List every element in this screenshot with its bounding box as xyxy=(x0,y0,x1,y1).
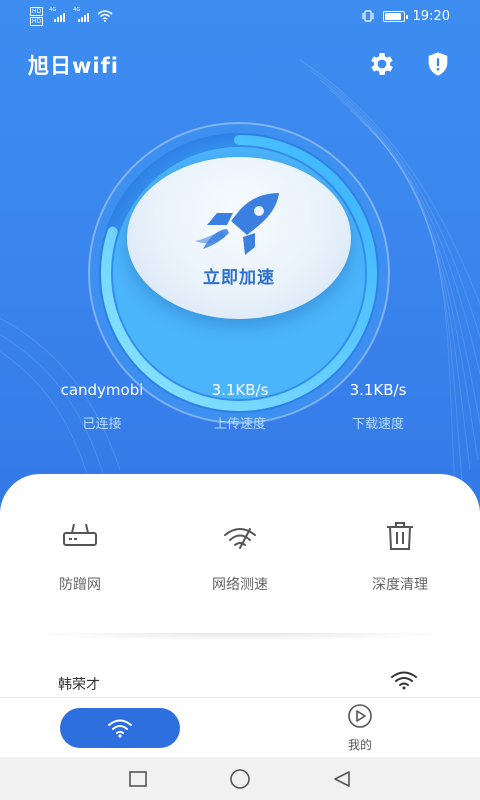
battery-fill xyxy=(384,12,401,20)
wifi-list-item[interactable]: 韩荣才 xyxy=(0,664,480,698)
shield-alert-icon xyxy=(428,52,448,76)
status-right: 19:20 xyxy=(361,6,450,26)
divider xyxy=(30,633,450,641)
stat-download: 3.1KB/s 下载速度 xyxy=(298,378,458,432)
bottom-tab-bar: 我的 xyxy=(0,697,480,757)
tool-label: 防蹭网 xyxy=(59,577,101,593)
stat-connected: candymobi 已连接 xyxy=(22,378,182,432)
circle-icon xyxy=(230,769,250,789)
hd-badge: HD xyxy=(30,6,44,16)
tool-speed-test[interactable]: 网络测速 xyxy=(160,518,320,594)
status-bar: HD HD 4G 4G 19:20 xyxy=(0,0,480,32)
download-speed: 3.1KB/s xyxy=(349,381,407,399)
wifi-icon xyxy=(97,10,113,22)
ssid-value: candymobi xyxy=(60,381,144,399)
app-title: 旭日wifi xyxy=(28,54,119,78)
vibrate-icon xyxy=(361,10,374,22)
tab-mine[interactable]: 我的 xyxy=(330,704,390,753)
speedometer-icon xyxy=(160,518,320,554)
battery-icon xyxy=(382,10,408,22)
settings-button[interactable] xyxy=(366,48,398,80)
hd-badges: HD HD xyxy=(30,6,44,26)
tab-mine-label: 我的 xyxy=(347,738,372,752)
rocket-icon xyxy=(195,192,279,255)
home-button[interactable] xyxy=(229,768,251,790)
clock: 19:20 xyxy=(412,8,450,24)
security-button[interactable] xyxy=(422,48,454,80)
boost-button[interactable]: 立即加速 xyxy=(127,157,351,319)
trash-icon xyxy=(320,518,480,554)
signal-icon: 4G xyxy=(73,7,91,22)
gear-icon xyxy=(371,53,393,75)
square-icon xyxy=(129,771,147,787)
boost-label: 立即加速 xyxy=(203,267,275,288)
triangle-back-icon xyxy=(334,771,350,787)
system-nav-bar xyxy=(0,757,480,800)
upload-speed: 3.1KB/s xyxy=(211,381,269,399)
net-type: 4G xyxy=(73,7,81,13)
wifi-signal-icon xyxy=(391,671,417,690)
stat-upload: 3.1KB/s 上传速度 xyxy=(160,378,320,432)
tab-wifi[interactable] xyxy=(60,708,180,748)
router-icon xyxy=(0,518,160,554)
tool-anti-leech[interactable]: 防蹭网 xyxy=(0,518,160,594)
tool-deep-clean[interactable]: 深度清理 xyxy=(320,518,480,594)
status-left: HD HD 4G 4G xyxy=(30,6,113,26)
stat-label: 下载速度 xyxy=(351,417,404,432)
tool-label: 网络测速 xyxy=(212,577,268,593)
back-button[interactable] xyxy=(331,768,353,790)
wifi-icon xyxy=(108,719,132,738)
stat-label: 已连接 xyxy=(82,417,122,432)
stat-label: 上传速度 xyxy=(213,417,266,432)
hd-badge: HD xyxy=(30,16,44,26)
net-type: 4G xyxy=(49,7,57,13)
wifi-name: 韩荣才 xyxy=(58,677,100,693)
recents-button[interactable] xyxy=(127,768,149,790)
signal-icon: 4G xyxy=(49,7,67,22)
play-circle-icon xyxy=(348,704,372,728)
tool-label: 深度清理 xyxy=(372,577,428,593)
